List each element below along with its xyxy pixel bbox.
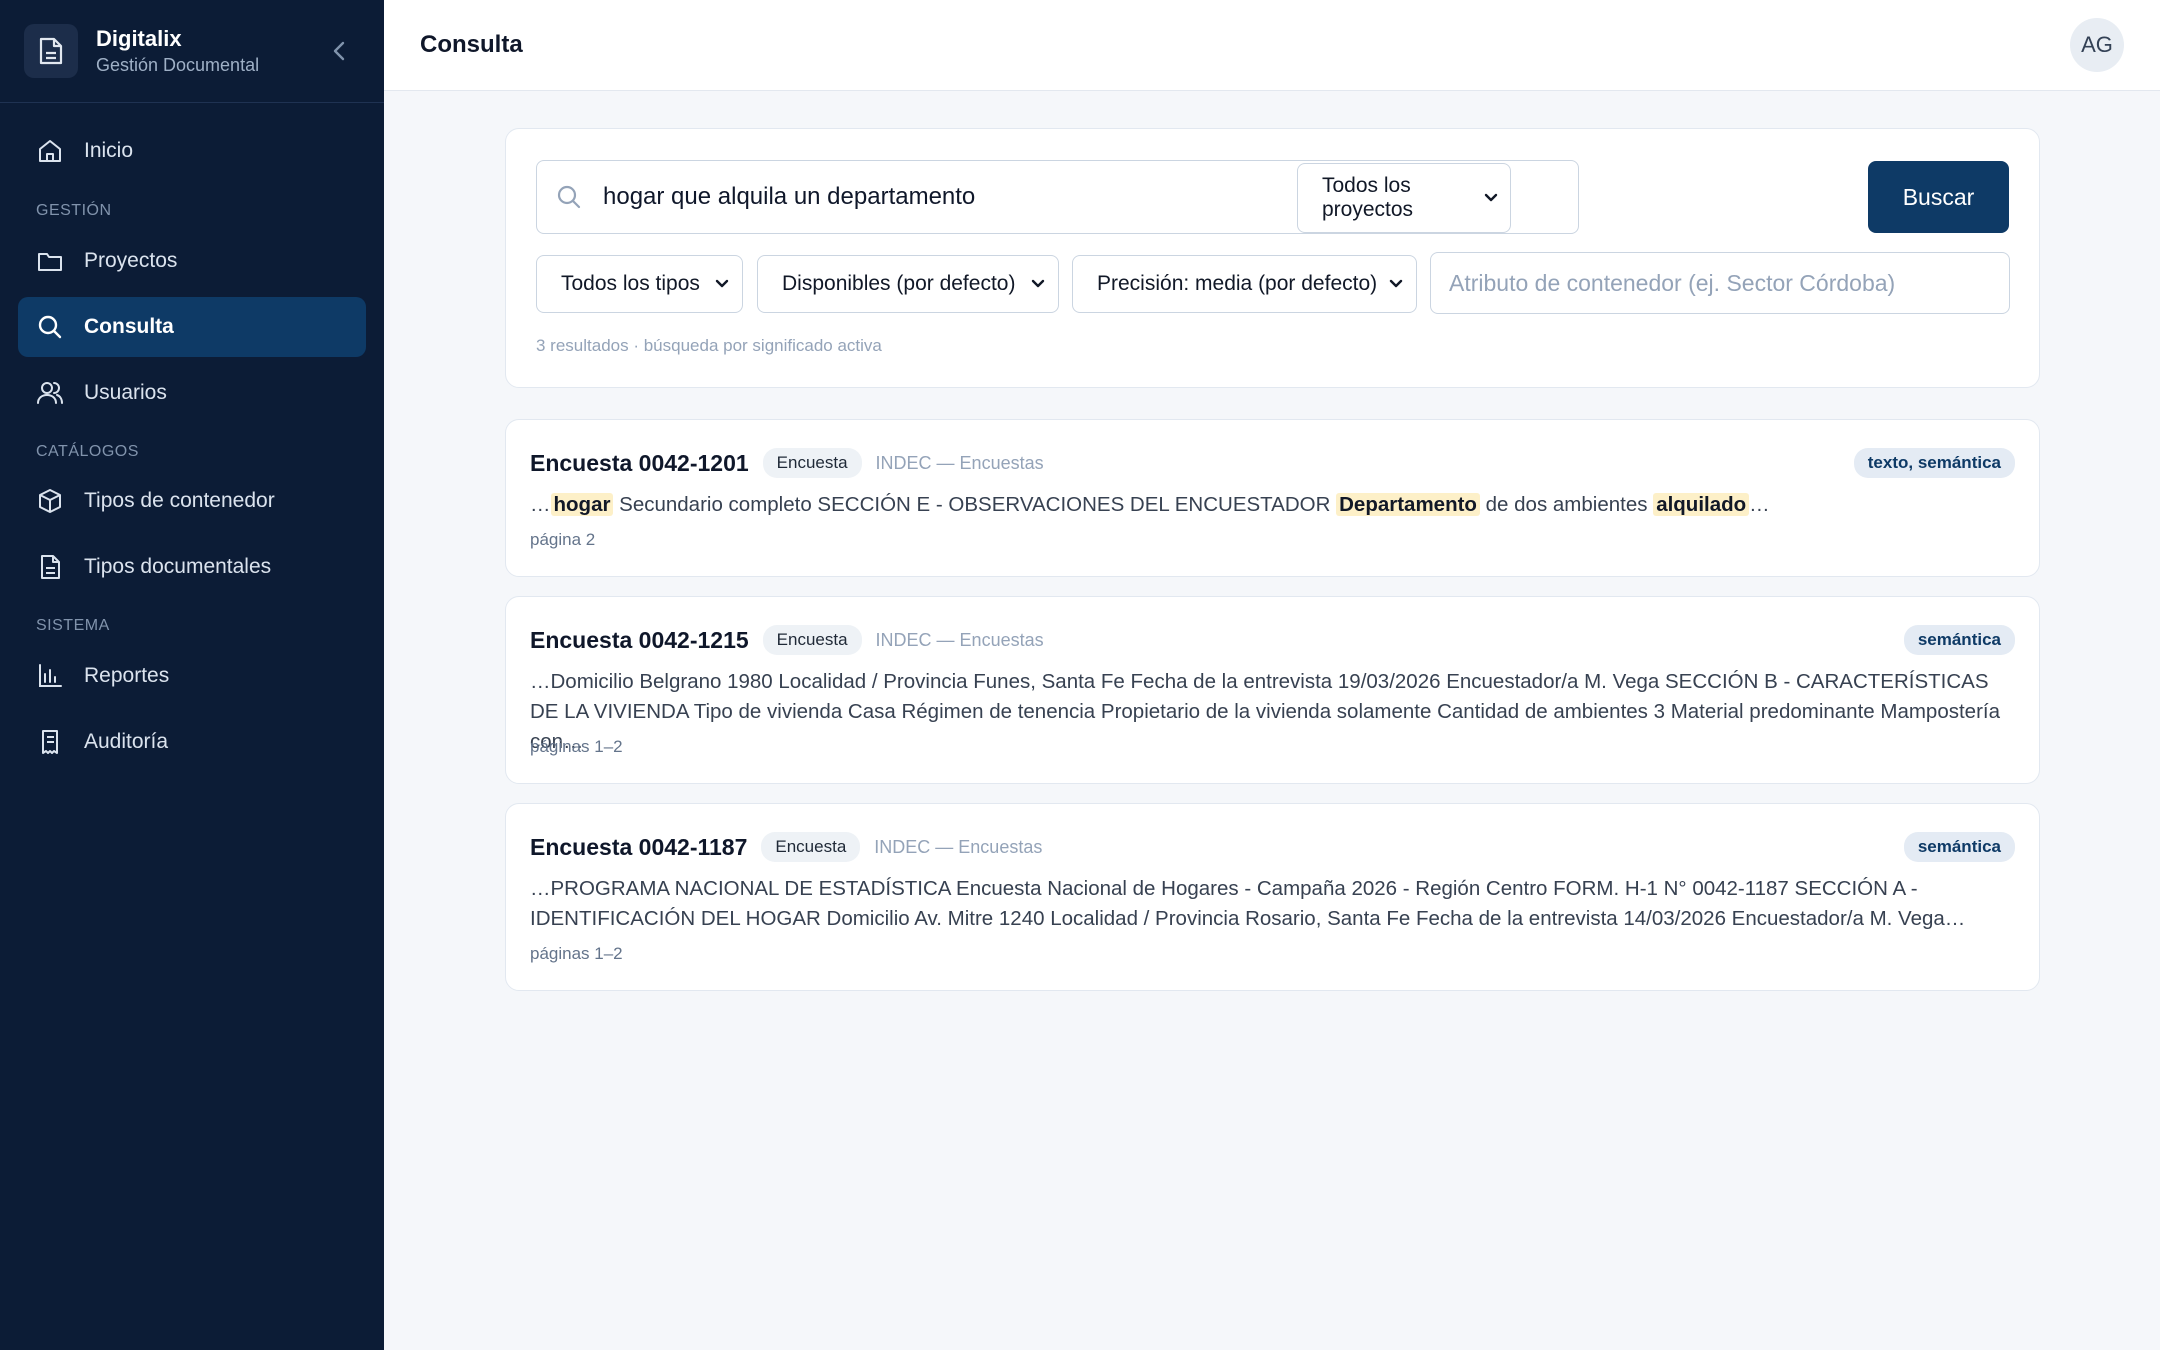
search-panel: Todos los proyectos Buscar Todos los tip…	[505, 128, 2040, 388]
match-type-badge: semántica	[1903, 832, 2015, 862]
container-attribute-input[interactable]	[1430, 252, 2010, 314]
result-card[interactable]: Encuesta 0042-1201 Encuesta INDEC — Encu…	[505, 419, 2040, 577]
document-icon	[24, 24, 78, 78]
brand-header: Digitalix Gestión Documental	[0, 0, 384, 103]
sidebar-item-label: Consulta	[84, 315, 174, 338]
sidebar-item-label: Reportes	[84, 664, 170, 687]
precision-select-value: Precisión: media (por defecto)	[1097, 272, 1378, 295]
match-type-badge: texto, semántica	[1853, 448, 2015, 478]
result-source: INDEC — Encuestas	[875, 629, 1044, 650]
sidebar-item-label: Inicio	[84, 139, 134, 162]
highlight-term: Departamento	[1336, 493, 1480, 516]
result-pages: páginas 1–2	[530, 944, 623, 963]
folder-icon	[36, 247, 64, 275]
sidebar-item-proyectos[interactable]: Proyectos	[18, 231, 366, 291]
result-snippet: …Domicilio Belgrano 1980 Localidad / Pro…	[530, 670, 2000, 753]
section-label-gestion: GESTIÓN	[36, 202, 112, 219]
sidebar-item-usuarios[interactable]: Usuarios	[18, 363, 366, 423]
result-header: Encuesta 0042-1201 Encuesta INDEC — Encu…	[530, 448, 1044, 478]
sidebar-item-reportes[interactable]: Reportes	[18, 646, 366, 706]
document-type-badge: Encuesta	[761, 832, 861, 862]
section-label-sistema: SISTEMA	[36, 617, 110, 634]
project-select-value: Todos los proyectos	[1322, 174, 1414, 221]
result-card[interactable]: Encuesta 0042-1215 Encuesta INDEC — Encu…	[505, 596, 2040, 784]
brand-subtitle: Gestión Documental	[96, 55, 260, 75]
page-title: Consulta	[420, 31, 523, 58]
bar-chart-icon	[36, 662, 64, 690]
chevron-left-icon	[333, 41, 345, 61]
document-type-badge: Encuesta	[762, 448, 862, 478]
match-type-badge: semántica	[1903, 625, 2015, 655]
section-label-catalogos: CATÁLOGOS	[36, 443, 139, 460]
availability-select[interactable]: Disponibles (por defecto)	[757, 255, 1059, 313]
box-icon	[36, 487, 64, 515]
snippet-text: …	[530, 493, 551, 516]
result-snippet: … hogar Secundario completo SECCIÓN E - O…	[530, 490, 2020, 520]
project-select[interactable]: Todos los proyectos	[1297, 163, 1511, 233]
sidebar-item-consulta[interactable]: Consulta	[18, 297, 366, 357]
sidebar-item-tipos-contenedor[interactable]: Tipos de contenedor	[18, 471, 366, 531]
chevron-down-icon	[714, 276, 730, 292]
snippet-text: …	[1749, 493, 1770, 516]
sidebar-item-label: Auditoría	[84, 730, 169, 753]
result-title[interactable]: Encuesta 0042-1215	[530, 627, 749, 654]
result-header: Encuesta 0042-1215 Encuesta INDEC — Encu…	[530, 625, 1044, 655]
result-source: INDEC — Encuestas	[875, 452, 1044, 473]
search-icon	[36, 313, 64, 341]
result-pages: páginas 1–2	[530, 737, 623, 756]
snippet-text: de dos ambientes	[1479, 493, 1654, 516]
sidebar-item-auditoria[interactable]: Auditoría	[18, 712, 366, 772]
result-source: INDEC — Encuestas	[874, 836, 1043, 857]
document-icon	[36, 553, 64, 581]
highlight-term: alquilado	[1653, 493, 1750, 516]
sidebar-item-label: Usuarios	[84, 381, 167, 404]
sidebar-item-label: Proyectos	[84, 249, 178, 272]
result-header: Encuesta 0042-1187 Encuesta INDEC — Encu…	[530, 832, 1042, 862]
document-type-badge: Encuesta	[762, 625, 862, 655]
result-card[interactable]: Encuesta 0042-1187 Encuesta INDEC — Encu…	[505, 803, 2040, 991]
top-bar: Consulta AG	[384, 0, 2160, 91]
availability-select-value: Disponibles (por defecto)	[782, 272, 1016, 295]
chevron-down-icon	[1388, 276, 1404, 292]
users-icon	[36, 379, 64, 407]
sidebar: Digitalix Gestión Documental Inicio GEST…	[0, 0, 384, 1350]
results-status: 3 resultados · búsqueda por significado …	[536, 336, 882, 355]
search-button[interactable]: Buscar	[1868, 161, 2009, 233]
chevron-down-icon	[1030, 276, 1046, 292]
type-select[interactable]: Todos los tipos	[536, 255, 743, 313]
result-title[interactable]: Encuesta 0042-1187	[530, 834, 747, 861]
sidebar-item-label: Tipos de contenedor	[84, 489, 275, 512]
result-snippet: …PROGRAMA NACIONAL DE ESTADÍSTICA Encues…	[530, 877, 1966, 930]
receipt-icon	[36, 728, 64, 756]
sidebar-item-inicio[interactable]: Inicio	[18, 121, 366, 181]
highlight-term: hogar	[550, 493, 614, 516]
chevron-down-icon	[1484, 190, 1498, 206]
avatar[interactable]: AG	[2070, 18, 2124, 72]
result-pages: página 2	[530, 530, 596, 549]
brand-name: Digitalix	[96, 26, 182, 51]
type-select-value: Todos los tipos	[561, 272, 700, 295]
sidebar-item-tipos-documentales[interactable]: Tipos documentales	[18, 537, 366, 597]
search-icon	[557, 185, 581, 209]
precision-select[interactable]: Precisión: media (por defecto)	[1072, 255, 1417, 313]
home-icon	[36, 137, 64, 165]
sidebar-item-label: Tipos documentales	[84, 555, 272, 578]
collapse-sidebar-button[interactable]	[324, 36, 354, 66]
result-title[interactable]: Encuesta 0042-1201	[530, 450, 749, 477]
snippet-text: Secundario completo SECCIÓN E - OBSERVAC…	[613, 493, 1337, 516]
